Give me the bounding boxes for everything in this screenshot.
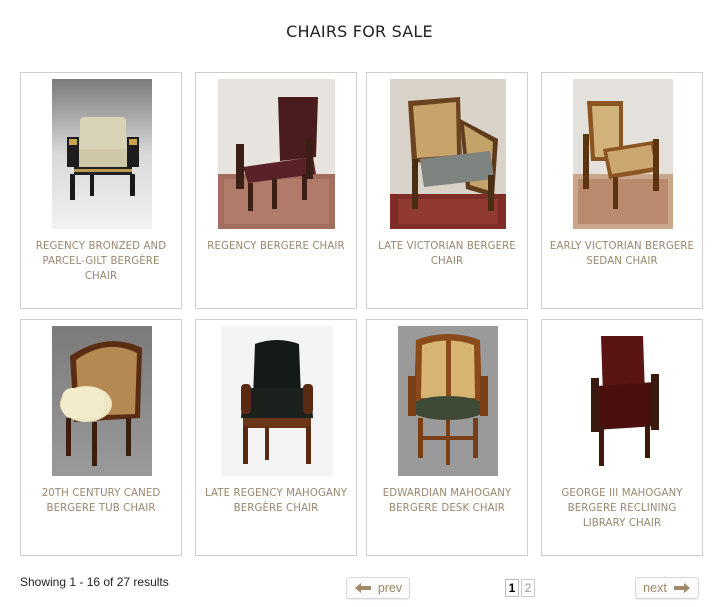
product-name[interactable]: REGENCY BERGERE CHAIR xyxy=(200,239,352,254)
product-card[interactable]: REGENCY BERGERE CHAIR xyxy=(195,72,357,309)
product-card[interactable]: REGENCY BRONZED AND PARCEL-GILT BERGÈRE … xyxy=(20,72,182,309)
product-image[interactable] xyxy=(573,326,673,476)
product-card[interactable]: LATE VICTORIAN BERGERE CHAIR xyxy=(366,72,528,309)
page-2-link[interactable]: 2 xyxy=(521,579,535,597)
product-card[interactable]: LATE REGENCY MAHOGANY BERGÈRE CHAIR xyxy=(195,319,357,556)
chair-photo-icon xyxy=(573,326,673,476)
product-image[interactable] xyxy=(398,326,498,476)
product-name[interactable]: EDWARDIAN MAHOGANY BERGERE DESK CHAIR xyxy=(371,486,523,516)
page-1-link[interactable]: 1 xyxy=(505,579,519,597)
results-count: Showing 1 - 16 of 27 results xyxy=(20,575,169,589)
arrow-left-icon xyxy=(354,583,371,593)
prev-button[interactable]: prev xyxy=(346,577,410,599)
chair-photo-icon xyxy=(52,326,152,476)
chair-photo-icon xyxy=(221,326,333,476)
product-image[interactable] xyxy=(218,79,335,229)
product-card[interactable]: EARLY VICTORIAN BERGERE SEDAN CHAIR xyxy=(541,72,703,309)
arrow-right-icon xyxy=(673,583,690,593)
chair-photo-icon xyxy=(52,79,152,229)
page-numbers: 1 2 xyxy=(505,579,535,597)
product-name[interactable]: GEORGE III MAHOGANY BERGERE RECLINING LI… xyxy=(546,486,698,531)
product-name[interactable]: EARLY VICTORIAN BERGERE SEDAN CHAIR xyxy=(546,239,698,269)
product-image[interactable] xyxy=(221,326,333,476)
product-card[interactable]: 20TH CENTURY CANED BERGERE TUB CHAIR xyxy=(20,319,182,556)
product-grid: REGENCY BRONZED AND PARCEL-GILT BERGÈRE … xyxy=(0,0,719,607)
product-name[interactable]: 20TH CENTURY CANED BERGERE TUB CHAIR xyxy=(25,486,177,516)
product-image[interactable] xyxy=(573,79,673,229)
product-name[interactable]: LATE VICTORIAN BERGERE CHAIR xyxy=(371,239,523,269)
product-image[interactable] xyxy=(52,79,152,229)
chair-photo-icon xyxy=(573,79,673,229)
chair-photo-icon xyxy=(390,79,506,229)
product-name[interactable]: REGENCY BRONZED AND PARCEL-GILT BERGÈRE … xyxy=(25,239,177,284)
product-image[interactable] xyxy=(52,326,152,476)
product-image[interactable] xyxy=(390,79,506,229)
next-label: next xyxy=(643,581,667,595)
product-name[interactable]: LATE REGENCY MAHOGANY BERGÈRE CHAIR xyxy=(200,486,352,516)
chair-photo-icon xyxy=(218,79,335,229)
prev-label: prev xyxy=(377,581,403,595)
chair-photo-icon xyxy=(398,326,498,476)
product-card[interactable]: GEORGE III MAHOGANY BERGERE RECLINING LI… xyxy=(541,319,703,556)
next-button[interactable]: next xyxy=(635,577,699,599)
product-card[interactable]: EDWARDIAN MAHOGANY BERGERE DESK CHAIR xyxy=(366,319,528,556)
